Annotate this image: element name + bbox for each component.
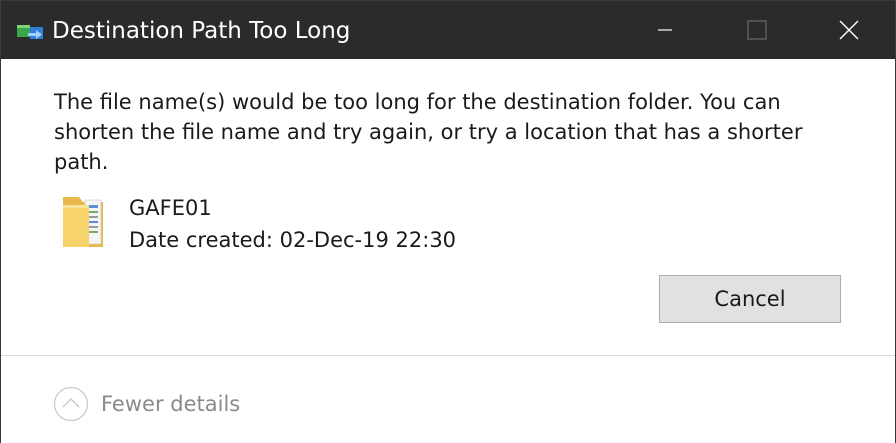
maximize-button <box>711 1 803 59</box>
folder-icon <box>63 197 103 247</box>
chevron-up-circle-icon <box>53 386 89 422</box>
close-icon <box>839 20 859 40</box>
title-bar[interactable]: Destination Path Too Long <box>1 1 895 59</box>
maximize-icon <box>747 20 767 40</box>
window-title: Destination Path Too Long <box>52 18 351 44</box>
fewer-details-toggle[interactable]: Fewer details <box>53 385 240 423</box>
file-name: GAFE01 <box>129 196 212 220</box>
dialog-window: Destination Path Too Long The file name(… <box>0 0 896 443</box>
cancel-button[interactable]: Cancel <box>659 275 841 323</box>
minimize-button[interactable] <box>619 1 711 59</box>
error-message: The file name(s) would be too long for t… <box>54 90 803 174</box>
dialog-footer: Fewer details <box>1 355 895 443</box>
file-date-created: Date created: 02-Dec-19 22:30 <box>129 228 457 252</box>
close-button[interactable] <box>803 1 895 59</box>
minimize-icon <box>658 29 672 31</box>
file-move-icon <box>17 25 43 39</box>
fewer-details-label: Fewer details <box>101 392 241 416</box>
